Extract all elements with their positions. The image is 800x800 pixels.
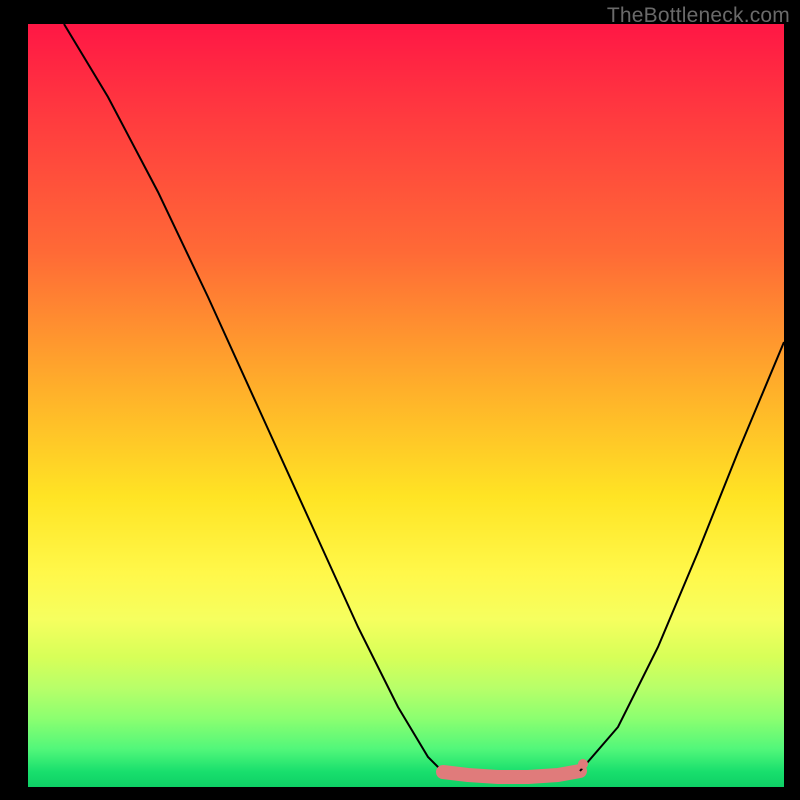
plot-area xyxy=(28,24,784,787)
chart-frame: TheBottleneck.com xyxy=(0,0,800,800)
valley-floor-band xyxy=(443,771,580,777)
series-group xyxy=(64,24,784,777)
right-curve xyxy=(580,342,784,771)
left-curve xyxy=(64,24,443,772)
chart-svg xyxy=(28,24,784,787)
marker-dot xyxy=(578,759,588,769)
watermark-text: TheBottleneck.com xyxy=(607,4,790,28)
